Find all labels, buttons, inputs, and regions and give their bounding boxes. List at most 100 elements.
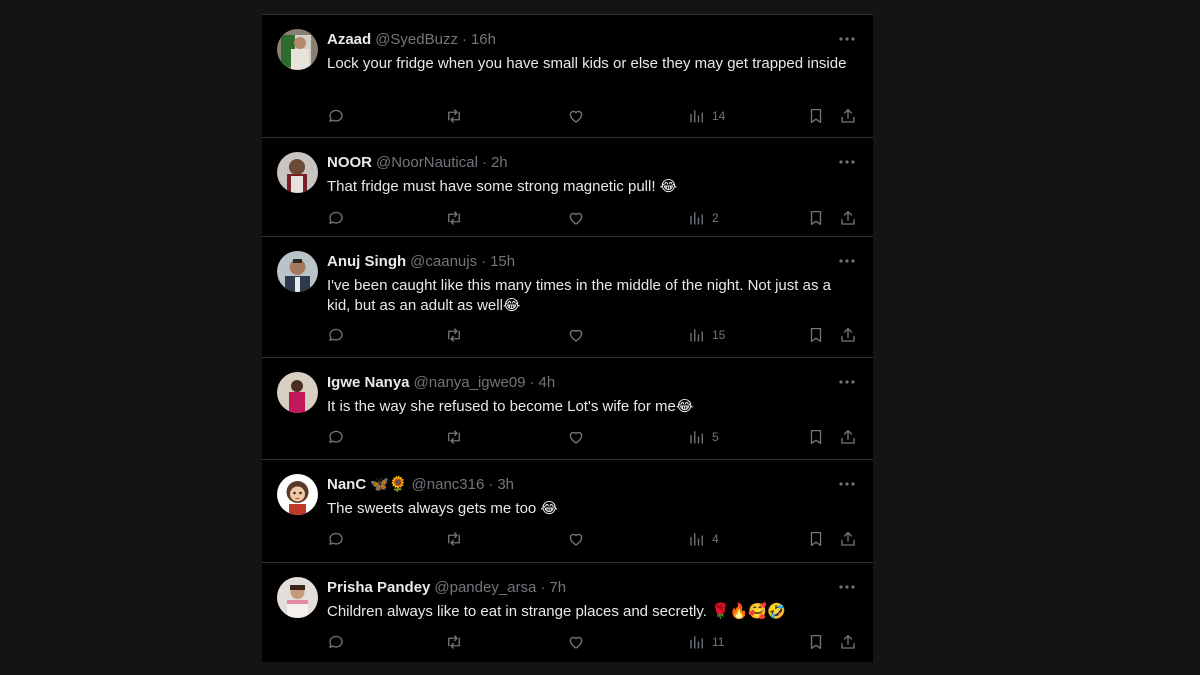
- avatar[interactable]: [277, 577, 318, 618]
- like-button[interactable]: [567, 528, 585, 550]
- tweet-text: That fridge must have some strong magnet…: [327, 178, 678, 195]
- share-icon: [841, 429, 855, 444]
- share-button[interactable]: [839, 324, 857, 346]
- retweet-button[interactable]: [445, 105, 463, 127]
- views-button[interactable]: 5: [688, 426, 719, 448]
- timestamp[interactable]: 2h: [491, 154, 508, 172]
- author-name[interactable]: NanC: [327, 476, 366, 494]
- tweet-text: Lock your fridge when you have small kid…: [327, 55, 847, 72]
- views-icon: [690, 110, 703, 123]
- views-button[interactable]: 14: [688, 105, 725, 127]
- views-icon: [690, 533, 703, 546]
- more-icon[interactable]: [835, 474, 859, 494]
- tweet-text: It is the way she refused to become Lot'…: [327, 398, 694, 415]
- like-button[interactable]: [567, 207, 585, 229]
- reply-button[interactable]: [327, 105, 345, 127]
- action-bar: 2: [327, 207, 859, 229]
- bookmark-button[interactable]: [807, 105, 825, 127]
- views-count: 14: [712, 109, 726, 123]
- more-icon[interactable]: [835, 372, 859, 392]
- heart-icon: [569, 212, 583, 225]
- tweet[interactable]: NanC 🦋🌻 @nanc316 · 3h The sweets always …: [262, 460, 873, 563]
- author-name[interactable]: Igwe Nanya: [327, 374, 410, 392]
- views-button[interactable]: 11: [688, 631, 724, 653]
- avatar[interactable]: [277, 474, 318, 515]
- bookmark-icon: [810, 210, 822, 226]
- tweet[interactable]: Anuj Singh @caanujs · 15h I've been caug…: [262, 237, 873, 358]
- separator-dot: ·: [481, 253, 487, 270]
- like-button[interactable]: [567, 324, 585, 346]
- more-icon[interactable]: [835, 251, 859, 271]
- tweet-text: I've been caught like this many times in…: [327, 277, 831, 314]
- views-button[interactable]: 15: [688, 324, 725, 346]
- like-button[interactable]: [567, 426, 585, 448]
- bookmark-button[interactable]: [807, 426, 825, 448]
- tweet[interactable]: Prisha Pandey @pandey_arsa · 7h Children…: [262, 563, 873, 662]
- share-icon: [841, 210, 855, 225]
- action-bar: 5: [327, 426, 859, 448]
- more-icon[interactable]: [835, 152, 859, 172]
- share-button[interactable]: [839, 426, 857, 448]
- bookmark-icon: [810, 429, 822, 445]
- bookmark-button[interactable]: [807, 324, 825, 346]
- more-icon[interactable]: [835, 577, 859, 597]
- bookmark-icon: [810, 634, 822, 650]
- avatar[interactable]: [277, 152, 318, 193]
- timestamp[interactable]: 16h: [471, 31, 496, 49]
- separator-dot: ·: [488, 476, 494, 493]
- timestamp[interactable]: 15h: [490, 253, 515, 271]
- share-button[interactable]: [839, 105, 857, 127]
- author-name[interactable]: Azaad: [327, 31, 371, 49]
- author-name[interactable]: NOOR: [327, 154, 372, 172]
- reply-icon: [329, 109, 343, 122]
- author-name[interactable]: Prisha Pandey: [327, 579, 430, 597]
- views-count: 15: [712, 328, 726, 342]
- timestamp[interactable]: 7h: [549, 579, 566, 597]
- tweet[interactable]: Azaad @SyedBuzz · 16h Lock your fridge w…: [262, 15, 873, 138]
- retweet-button[interactable]: [445, 207, 463, 229]
- heart-icon: [569, 636, 583, 649]
- bookmark-button[interactable]: [807, 528, 825, 550]
- tweet[interactable]: Igwe Nanya @nanya_igwe09 · 4h It is the …: [262, 358, 873, 460]
- author-handle[interactable]: @SyedBuzz: [375, 31, 458, 49]
- author-handle[interactable]: @nanc316: [412, 476, 485, 494]
- retweet-icon: [448, 328, 460, 342]
- views-count: 2: [712, 211, 719, 225]
- bookmark-button[interactable]: [807, 207, 825, 229]
- views-icon: [690, 329, 703, 342]
- reply-button[interactable]: [327, 207, 345, 229]
- reply-button[interactable]: [327, 426, 345, 448]
- views-button[interactable]: 2: [688, 207, 719, 229]
- share-button[interactable]: [839, 631, 857, 653]
- bookmark-button[interactable]: [807, 631, 825, 653]
- like-button[interactable]: [567, 105, 585, 127]
- views-button[interactable]: 4: [688, 528, 719, 550]
- author-handle[interactable]: @caanujs: [410, 253, 477, 271]
- timestamp[interactable]: 4h: [539, 374, 556, 392]
- retweet-button[interactable]: [445, 631, 463, 653]
- separator-dot: ·: [540, 579, 546, 596]
- heart-icon: [569, 533, 583, 546]
- avatar[interactable]: [277, 372, 318, 413]
- more-icon[interactable]: [835, 29, 859, 49]
- author-name[interactable]: Anuj Singh: [327, 253, 406, 271]
- reply-button[interactable]: [327, 324, 345, 346]
- heart-icon: [569, 110, 583, 123]
- share-button[interactable]: [839, 207, 857, 229]
- reply-button[interactable]: [327, 528, 345, 550]
- retweet-button[interactable]: [445, 324, 463, 346]
- retweet-icon: [448, 532, 460, 546]
- views-count: 11: [712, 635, 725, 649]
- like-button[interactable]: [567, 631, 585, 653]
- retweet-button[interactable]: [445, 426, 463, 448]
- author-handle[interactable]: @NoorNautical: [376, 154, 478, 172]
- avatar[interactable]: [277, 251, 318, 292]
- timestamp[interactable]: 3h: [497, 476, 514, 494]
- reply-button[interactable]: [327, 631, 345, 653]
- author-handle[interactable]: @pandey_arsa: [434, 579, 536, 597]
- author-handle[interactable]: @nanya_igwe09: [414, 374, 526, 392]
- share-button[interactable]: [839, 528, 857, 550]
- avatar[interactable]: [277, 29, 318, 70]
- retweet-button[interactable]: [445, 528, 463, 550]
- tweet[interactable]: NOOR @NoorNautical · 2h That fridge must…: [262, 138, 873, 237]
